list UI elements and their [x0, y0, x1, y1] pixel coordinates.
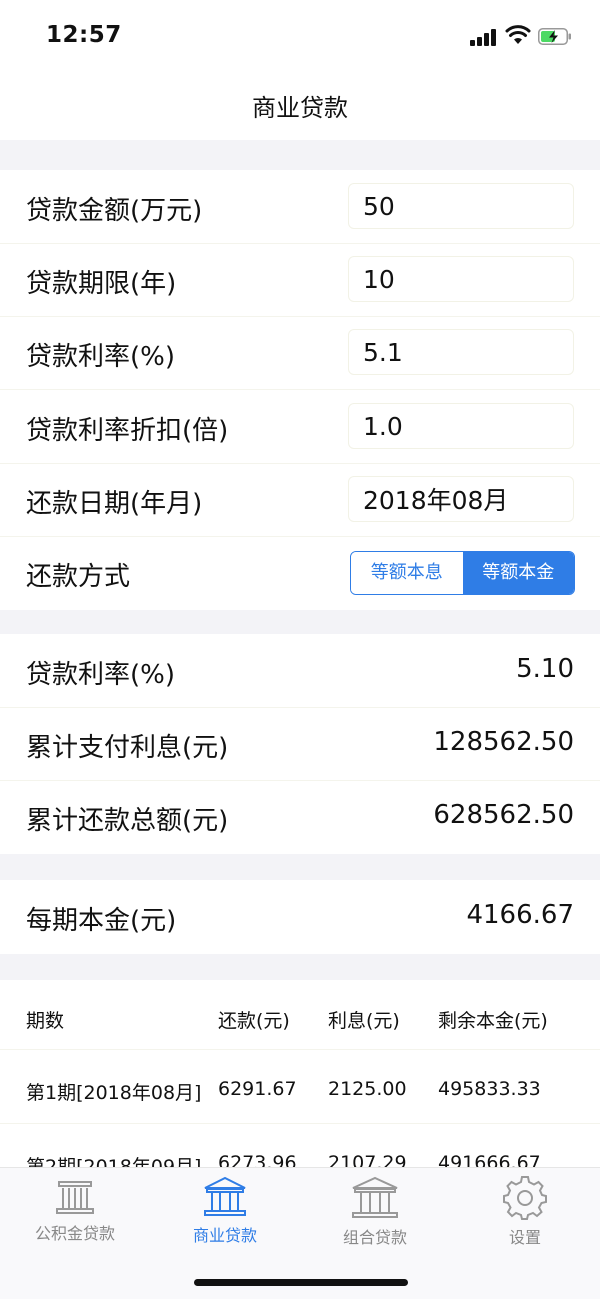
result-rate-value: 5.10 — [516, 654, 574, 684]
gear-icon — [503, 1176, 547, 1220]
col-header-period: 期数 — [26, 1010, 65, 1032]
repay-method-segmented-control: 等额本息 等额本金 — [350, 551, 575, 595]
per-period-section: 每期本金(元) 4166.67 — [0, 880, 600, 954]
equal-installment-option[interactable]: 等额本息 — [351, 552, 463, 594]
battery-charging-icon — [538, 28, 571, 45]
per-period-value: 4166.67 — [466, 900, 574, 930]
navigation-bar: 商业贷款 — [0, 74, 600, 140]
bank-large-icon — [352, 1176, 398, 1218]
section-gap — [0, 854, 600, 880]
cell-remaining: 495833.33 — [438, 1078, 541, 1100]
table-row: 第1期[2018年08月] 6291.67 2125.00 495833.33 — [0, 1050, 600, 1124]
bank-icon — [204, 1176, 246, 1216]
total-repayment-value: 628562.50 — [433, 800, 574, 830]
table-row: 第2期[2018年09月] 6273.96 2107.29 491666.67 — [0, 1124, 600, 1167]
results-section: 贷款利率(%) 5.10 累计支付利息(元) 128562.50 累计还款总额(… — [0, 634, 600, 854]
total-repayment-row: 累计还款总额(元) 628562.50 — [0, 780, 600, 854]
total-interest-row: 累计支付利息(元) 128562.50 — [0, 707, 600, 781]
cell-period: 第2期[2018年09月] — [26, 1156, 202, 1167]
wifi-icon — [505, 25, 531, 44]
loan-term-label: 贷款期限(年) — [26, 269, 177, 299]
total-repayment-label: 累计还款总额(元) — [26, 806, 229, 836]
tab-label: 设置 — [508, 1228, 541, 1247]
repay-method-row: 还款方式 等额本息 等额本金 — [0, 536, 600, 610]
table-header: 期数 还款(元) 利息(元) 剩余本金(元) — [0, 980, 600, 1050]
cellular-signal-icon — [470, 28, 496, 46]
tab-commercial-loan[interactable]: 商业贷款 — [150, 1176, 300, 1256]
tab-combined-loan[interactable]: 组合贷款 — [300, 1176, 450, 1256]
total-interest-label: 累计支付利息(元) — [26, 733, 229, 763]
col-header-interest: 利息(元) — [328, 1010, 400, 1032]
total-interest-value: 128562.50 — [433, 727, 574, 757]
col-header-payment: 还款(元) — [218, 1010, 290, 1032]
loan-amount-row: 贷款金额(万元) — [0, 170, 600, 244]
cell-payment: 6291.67 — [218, 1078, 297, 1100]
section-gap — [0, 140, 600, 170]
loan-amount-input[interactable] — [348, 183, 574, 229]
page-title: 商业贷款 — [252, 94, 348, 122]
rate-discount-row: 贷款利率折扣(倍) — [0, 390, 600, 464]
schedule-table: 期数 还款(元) 利息(元) 剩余本金(元) 第1期[2018年08月] 629… — [0, 980, 600, 1167]
status-bar: 12:57 — [0, 0, 600, 74]
interest-rate-label: 贷款利率(%) — [26, 342, 175, 372]
rate-discount-label: 贷款利率折扣(倍) — [26, 416, 229, 446]
cell-interest: 2107.29 — [328, 1152, 407, 1167]
per-period-label: 每期本金(元) — [26, 906, 177, 936]
tab-label: 公积金贷款 — [34, 1224, 115, 1243]
section-gap — [0, 610, 600, 634]
interest-rate-row: 贷款利率(%) — [0, 316, 600, 390]
interest-rate-input[interactable] — [348, 329, 574, 375]
col-header-remaining: 剩余本金(元) — [438, 1010, 548, 1032]
equal-principal-option[interactable]: 等额本金 — [462, 552, 574, 594]
home-indicator — [194, 1279, 408, 1286]
cell-payment: 6273.96 — [218, 1152, 297, 1167]
repay-method-label: 还款方式 — [26, 562, 131, 592]
status-time: 12:57 — [46, 22, 122, 48]
loan-term-input[interactable] — [348, 256, 574, 302]
result-rate-row: 贷款利率(%) 5.10 — [0, 634, 600, 708]
loan-amount-label: 贷款金额(万元) — [26, 196, 203, 226]
cell-period: 第1期[2018年08月] — [26, 1082, 202, 1104]
tab-label: 组合贷款 — [342, 1228, 407, 1247]
tab-settings[interactable]: 设置 — [450, 1176, 600, 1256]
tab-label: 商业贷款 — [192, 1226, 257, 1245]
repay-date-row: 还款日期(年月) — [0, 463, 600, 537]
rate-discount-input[interactable] — [348, 403, 574, 449]
loan-input-section: 贷款金额(万元) 贷款期限(年) 贷款利率(%) 贷款利率折扣(倍) 还款日期(… — [0, 170, 600, 610]
repay-date-label: 还款日期(年月) — [26, 489, 203, 519]
cell-interest: 2125.00 — [328, 1078, 407, 1100]
per-period-row: 每期本金(元) 4166.67 — [0, 880, 600, 954]
result-rate-label: 贷款利率(%) — [26, 660, 175, 690]
tab-bar: 公积金贷款 商业贷款 组合贷款 设置 — [0, 1167, 600, 1299]
cell-remaining: 491666.67 — [438, 1152, 541, 1167]
section-gap — [0, 954, 600, 980]
loan-term-row: 贷款期限(年) — [0, 243, 600, 317]
building-columns-icon — [56, 1181, 94, 1214]
tab-provident-fund-loan[interactable]: 公积金贷款 — [0, 1176, 150, 1256]
repay-date-input[interactable] — [348, 476, 574, 522]
